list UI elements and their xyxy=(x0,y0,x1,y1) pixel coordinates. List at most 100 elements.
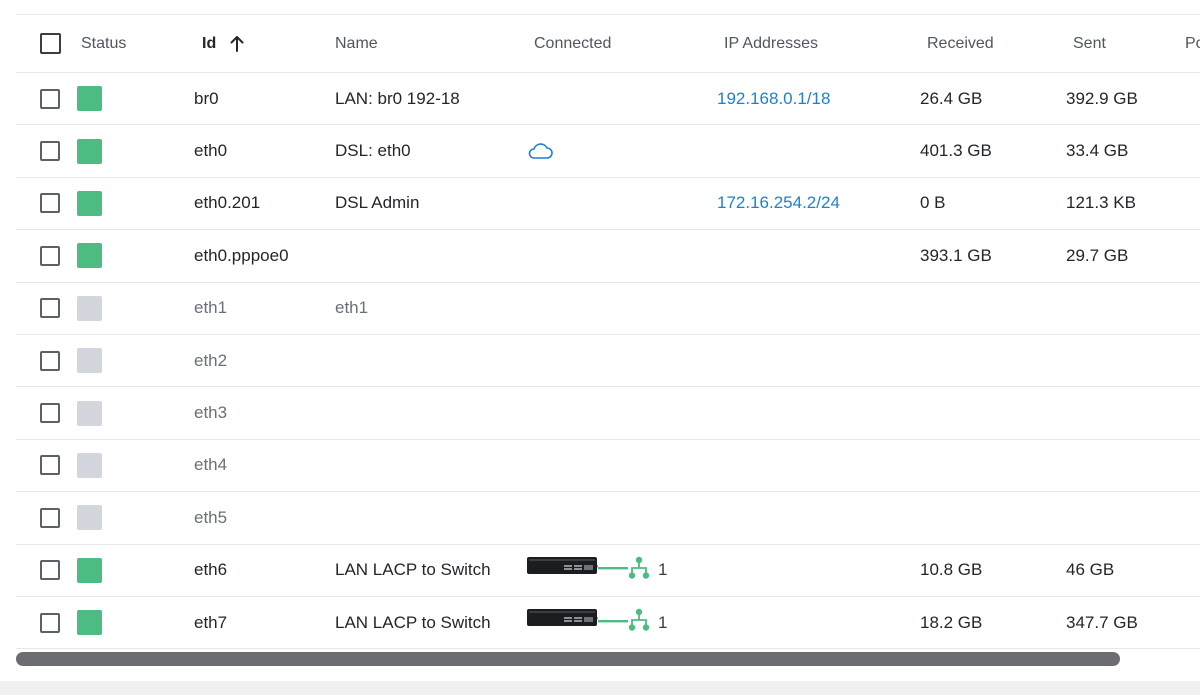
interface-id[interactable]: eth4 xyxy=(194,440,314,491)
arrow-up-icon[interactable] xyxy=(230,35,244,52)
interface-id[interactable]: eth0 xyxy=(194,125,314,176)
ip-address-link[interactable] xyxy=(717,492,907,543)
interface-name-text: LAN: br0 192-18 xyxy=(335,88,460,108)
interface-id[interactable]: eth3 xyxy=(194,387,314,438)
ip-address-link[interactable] xyxy=(717,283,907,334)
row-checkbox[interactable] xyxy=(40,88,60,109)
table-row[interactable]: eth1 eth1 xyxy=(16,283,1200,335)
interface-name: eth1 xyxy=(335,283,495,334)
row-checkbox[interactable] xyxy=(40,298,60,319)
table-row[interactable]: eth4 xyxy=(16,440,1200,493)
row-checkbox-cell xyxy=(40,440,62,491)
sent-value: 46 GB xyxy=(1066,560,1115,580)
table-row[interactable]: eth0.pppoe0 393.1 GB 29.7 GB xyxy=(16,230,1200,283)
ip-address-link[interactable] xyxy=(717,597,907,648)
connected-cell xyxy=(526,73,696,124)
column-header-status[interactable]: Status xyxy=(81,15,141,72)
interface-id[interactable]: eth7 xyxy=(194,597,314,648)
received-value xyxy=(920,492,1050,543)
connected-device[interactable]: 1 xyxy=(526,554,667,587)
status-down-indicator xyxy=(77,295,102,321)
table-row[interactable]: eth0 DSL: eth0 401.3 GB 33.4 GB xyxy=(16,125,1200,178)
sent-value xyxy=(1066,387,1196,438)
row-checkbox[interactable] xyxy=(40,507,60,528)
table-row[interactable]: eth7 LAN LACP to Switch 1 18.2 GB 347.7 GB xyxy=(16,597,1200,650)
row-checkbox[interactable] xyxy=(40,193,60,214)
interface-id[interactable]: eth0.pppoe0 xyxy=(194,230,314,281)
row-checkbox[interactable] xyxy=(40,612,60,633)
interface-id[interactable]: eth2 xyxy=(194,335,314,386)
column-header-id[interactable]: Id xyxy=(202,15,322,72)
column-header-port[interactable]: Po xyxy=(1185,15,1200,72)
row-checkbox[interactable] xyxy=(40,141,60,162)
row-checkbox[interactable] xyxy=(40,455,60,476)
select-all-checkbox[interactable] xyxy=(40,33,61,54)
interface-name-text: LAN LACP to Switch xyxy=(335,560,491,580)
interface-id[interactable]: eth0.201 xyxy=(194,178,314,229)
ip-address-link[interactable] xyxy=(717,387,907,438)
ip-address-link[interactable]: 192.168.0.1/18 xyxy=(717,73,907,124)
status-down-indicator xyxy=(77,348,102,374)
row-checkbox[interactable] xyxy=(40,560,60,581)
ip-address-link[interactable]: 172.16.254.2/24 xyxy=(717,178,907,229)
table-header-row: Status Id Name Connected IP Addresses Re… xyxy=(16,15,1200,73)
interface-id[interactable]: eth5 xyxy=(194,492,314,543)
interface-name-text: eth1 xyxy=(335,298,369,318)
column-header-sent[interactable]: Sent xyxy=(1073,15,1200,72)
row-checkbox[interactable] xyxy=(40,403,60,424)
connected-cell xyxy=(526,492,696,543)
row-checkbox-cell xyxy=(40,125,62,176)
interface-name xyxy=(335,335,495,386)
sent-value: 33.4 GB xyxy=(1066,141,1129,161)
row-checkbox[interactable] xyxy=(40,245,60,266)
interface-name: LAN LACP to Switch xyxy=(335,597,495,648)
ip-address-link[interactable] xyxy=(717,440,907,491)
interface-name xyxy=(335,230,495,281)
column-header-received[interactable]: Received xyxy=(927,15,1057,72)
horizontal-scrollbar-thumb[interactable] xyxy=(16,652,1120,666)
column-header-connected[interactable]: Connected xyxy=(534,15,704,72)
table-row[interactable]: eth5 xyxy=(16,492,1200,545)
received-value xyxy=(920,387,1050,438)
interface-name xyxy=(335,387,495,438)
row-checkbox-cell xyxy=(40,335,62,386)
interface-id[interactable]: eth1 xyxy=(194,283,314,334)
connected-cell xyxy=(526,125,696,176)
connected-cell xyxy=(526,387,696,438)
table-row[interactable]: eth2 xyxy=(16,335,1200,388)
interface-name xyxy=(335,492,495,543)
interface-id[interactable]: br0 xyxy=(194,73,314,124)
horizontal-scrollbar[interactable] xyxy=(16,652,1200,666)
received-value: 26.4 GB xyxy=(920,88,983,108)
sent-value xyxy=(1066,283,1196,334)
received-value xyxy=(920,335,1050,386)
column-header-ip-addresses[interactable]: IP Addresses xyxy=(724,15,914,72)
select-all-cell xyxy=(40,15,62,72)
status-cell xyxy=(77,230,137,281)
ip-address-link[interactable] xyxy=(717,230,907,281)
interface-id[interactable]: eth6 xyxy=(194,545,314,596)
connected-cell: 1 xyxy=(526,545,696,596)
row-checkbox-cell xyxy=(40,545,62,596)
table-row[interactable]: br0 LAN: br0 192-18 192.168.0.1/18 26.4 GB 3… xyxy=(16,73,1200,126)
connected-count: 1 xyxy=(658,612,668,632)
connected-cell xyxy=(526,230,696,281)
status-down-indicator xyxy=(77,505,102,531)
ip-address-link[interactable] xyxy=(717,545,907,596)
status-cell xyxy=(77,597,137,648)
row-checkbox-cell xyxy=(40,597,62,648)
row-checkbox-cell xyxy=(40,387,62,438)
status-up-indicator xyxy=(77,557,102,583)
row-checkbox-cell xyxy=(40,230,62,281)
row-checkbox[interactable] xyxy=(40,350,60,371)
table-row[interactable]: eth3 xyxy=(16,387,1200,440)
table-row[interactable]: eth0.201 DSL Admin 172.16.254.2/24 0 B 121.3… xyxy=(16,178,1200,231)
table-row[interactable]: eth6 LAN LACP to Switch 1 10.8 GB 46 GB xyxy=(16,545,1200,597)
connected-device[interactable]: 1 xyxy=(526,606,667,639)
status-up-indicator xyxy=(77,138,102,164)
status-cell xyxy=(77,440,137,491)
column-header-name[interactable]: Name xyxy=(335,15,495,72)
sent-value: 29.7 GB xyxy=(1066,245,1129,265)
ip-address-link[interactable] xyxy=(717,125,907,176)
ip-address-link[interactable] xyxy=(717,335,907,386)
